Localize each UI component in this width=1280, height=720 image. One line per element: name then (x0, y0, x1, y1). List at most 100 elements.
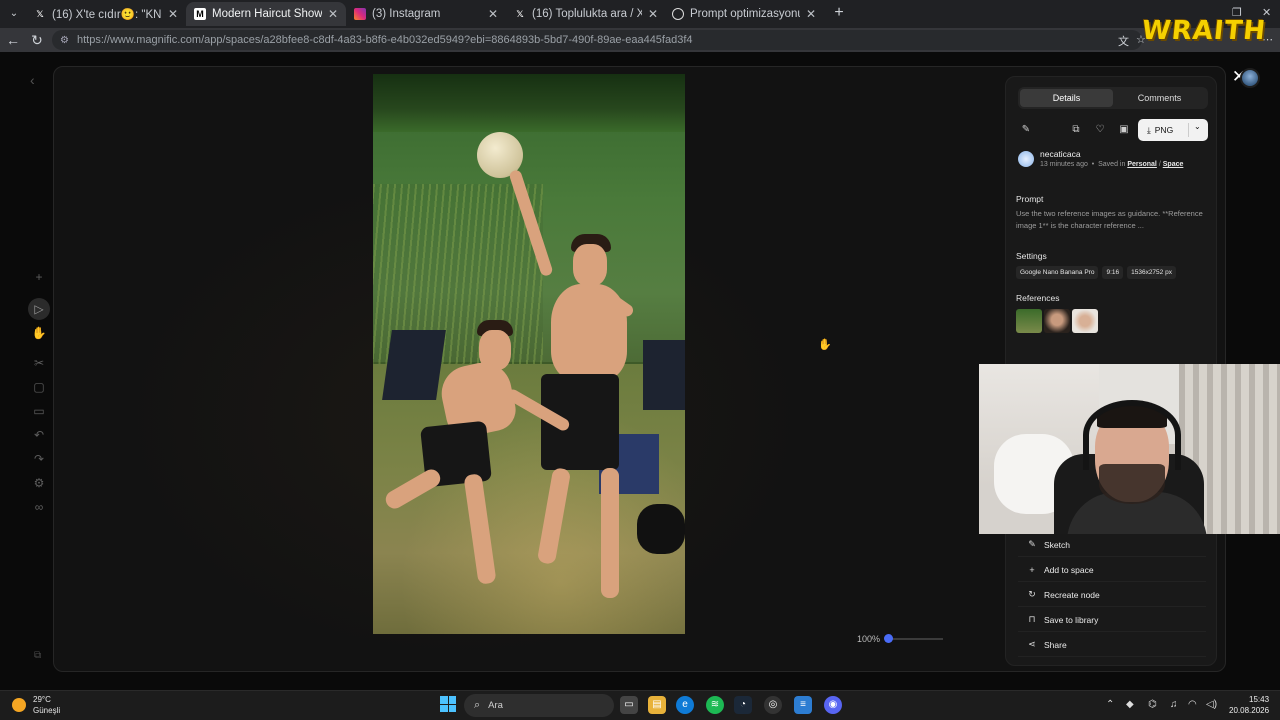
zoom-slider-handle[interactable] (884, 634, 893, 643)
brush-icon[interactable]: ✎ (1018, 122, 1034, 138)
browser-tab-bar: ⌄ 𝕏 (16) X'te cıdır🙂: "KNGL EKİP (PAR ✕ … (0, 0, 1280, 28)
zoom-slider[interactable] (885, 638, 943, 640)
author-avatar (1018, 151, 1034, 167)
tray-overflow-chevron-icon[interactable]: ⌃ (1106, 699, 1114, 710)
start-windows-icon[interactable] (440, 696, 456, 712)
microphone-icon[interactable]: ♫ (1170, 699, 1178, 710)
sketch-button[interactable]: ✎ Sketch (1018, 533, 1206, 557)
refresh-icon: ↻ (1028, 589, 1036, 599)
add-to-space-button[interactable]: + Add to space (1018, 558, 1206, 582)
plus-icon: + (1029, 564, 1035, 575)
new-tab-plus-icon[interactable]: + (830, 4, 848, 22)
folder-icon[interactable]: ▣ (1116, 122, 1132, 138)
tab-details[interactable]: Details (1020, 89, 1113, 107)
wraith-stream-logo: WRAITH (1140, 16, 1268, 46)
collapse-chevron-icon[interactable]: ‹ (30, 72, 35, 88)
hand-pan-icon[interactable]: ✋ (28, 322, 50, 344)
tab-magnific[interactable]: M Modern Haircut Showcase - Space ✕ (186, 2, 346, 26)
settings-chips: Google Nano Banana Pro 9:16 1536x2752 px (1016, 266, 1176, 279)
tab-instagram[interactable]: (3) Instagram ✕ (346, 2, 506, 26)
magnific-logo-icon: M (194, 8, 206, 20)
reference-image[interactable] (1044, 309, 1070, 333)
search-icon: ⌕ (474, 699, 481, 711)
address-bar-row: ← ↻ ⚙ https://www.magnific.com/app/space… (0, 28, 1280, 52)
copy-to-space-icon[interactable]: ⧉ (1068, 122, 1084, 138)
settings-gear-icon[interactable]: ⚙ (28, 472, 50, 494)
redo-icon[interactable]: ↷ (28, 448, 50, 470)
streamer-webcam-overlay (979, 364, 1280, 534)
close-tab-icon[interactable]: ✕ (168, 7, 178, 21)
prompt-text[interactable]: Use the two reference images as guidance… (1016, 208, 1206, 232)
x-logo-icon: 𝕏 (516, 8, 524, 19)
heart-icon[interactable]: ♡ (1092, 122, 1108, 138)
task-view-icon[interactable]: ▭ (620, 696, 638, 714)
image-action-icons: ✎ ⧉ ♡ ▣ ⤓ PNG ⌄ (1018, 119, 1208, 141)
photo-trees (373, 74, 685, 132)
tab-chatgpt[interactable]: Prompt optimizasyonu ✕ (664, 2, 824, 26)
tab-x-kngl[interactable]: 𝕏 (16) X'te cıdır🙂: "KNGL EKİP (PAR ✕ (26, 2, 186, 26)
photo-chair (643, 340, 685, 410)
canvas-toolbar: + ▷ ✋ ✂ ▢ ▭ ↶ ↷ ⚙ ∞ (28, 266, 50, 520)
frame-icon[interactable]: ▢ (28, 376, 50, 398)
grab-cursor-icon: ✋ (818, 339, 832, 351)
headset (1083, 400, 1181, 470)
size-chip: 1536x2752 px (1127, 266, 1176, 279)
account-avatar[interactable] (1240, 68, 1260, 88)
layers-icon[interactable]: ⧉ (34, 650, 41, 661)
scissors-icon[interactable]: ✂ (28, 352, 50, 374)
url-text: https://www.magnific.com/app/spaces/a28b… (76, 34, 693, 46)
chrome-icon[interactable]: ◎ (764, 696, 782, 714)
action-list: ✎ Sketch + Add to space ↻ Recreate node ⊓ Sa… (1018, 533, 1206, 658)
x-logo-icon: 𝕏 (36, 8, 44, 19)
tab-search-chevron-icon[interactable]: ⌄ (4, 4, 24, 24)
url-field[interactable]: ⚙ https://www.magnific.com/app/spaces/a2… (52, 30, 1142, 50)
select-cursor-icon[interactable]: ▷ (28, 298, 50, 320)
tab-comments[interactable]: Comments (1113, 89, 1206, 107)
site-info-icon[interactable]: ⚙ (60, 35, 69, 46)
close-tab-icon[interactable]: ✕ (328, 7, 338, 21)
close-tab-icon[interactable]: ✕ (648, 7, 658, 21)
save-to-library-button[interactable]: ⊓ Save to library (1018, 608, 1206, 632)
undo-icon[interactable]: ↶ (28, 424, 50, 446)
discord-icon[interactable]: ◉ (824, 696, 842, 714)
reference-image[interactable] (1016, 309, 1042, 333)
download-png-button[interactable]: ⤓ PNG ⌄ (1138, 119, 1208, 141)
steam-icon[interactable]: ◔ (734, 696, 752, 714)
network-icon[interactable]: ⌬ (1148, 699, 1157, 710)
add-icon[interactable]: + (28, 266, 50, 288)
file-explorer-icon[interactable]: ▤ (648, 696, 666, 714)
weather-widget[interactable]: 29°C Güneşli (12, 694, 60, 716)
system-clock[interactable]: 15:43 20.08.2026 (1229, 694, 1269, 716)
edge-browser-icon[interactable]: e (676, 696, 694, 714)
share-button[interactable]: ⋖ Share (1018, 633, 1206, 657)
tab-x-topluluk[interactable]: 𝕏 (16) Toplulukta ara / X ✕ (506, 2, 666, 26)
wifi-icon[interactable]: ◠ (1188, 699, 1197, 710)
close-tab-icon[interactable]: ✕ (806, 7, 816, 21)
recreate-node-button[interactable]: ↻ Recreate node (1018, 583, 1206, 607)
notepad-icon[interactable]: ≡ (794, 696, 812, 714)
comment-icon[interactable]: ▭ (28, 400, 50, 422)
tray-app-icon[interactable]: ◆ (1126, 699, 1134, 710)
back-arrow-icon[interactable]: ← (4, 31, 22, 49)
reference-thumbnails (1016, 309, 1098, 333)
volume-icon[interactable]: ◁) (1206, 699, 1217, 710)
saved-location-personal[interactable]: Personal (1127, 161, 1157, 168)
photo-chair (382, 330, 446, 400)
close-tab-icon[interactable]: ✕ (488, 7, 498, 21)
taskbar-search[interactable]: ⌕ Ara (464, 694, 614, 717)
reload-icon[interactable]: ↻ (28, 31, 46, 49)
chevron-down-icon[interactable]: ⌄ (1194, 122, 1201, 131)
references-heading: References (1016, 293, 1060, 303)
reference-image[interactable] (1072, 309, 1098, 333)
author-name[interactable]: necaticaca (1040, 149, 1081, 159)
share-icon: ⋖ (1028, 639, 1036, 649)
saved-location-space[interactable]: Space (1163, 161, 1184, 168)
generated-image[interactable] (373, 74, 685, 634)
prompt-heading: Prompt (1016, 194, 1044, 204)
panel-tab-switcher: Details Comments (1018, 87, 1208, 109)
settings-heading: Settings (1016, 251, 1047, 261)
translate-icon[interactable]: 文 (1118, 33, 1129, 49)
spotify-icon[interactable]: ≋ (706, 696, 724, 714)
infinity-icon[interactable]: ∞ (28, 496, 50, 518)
author-info: necaticaca 13 minutes ago • Saved in Per… (1018, 149, 1208, 175)
